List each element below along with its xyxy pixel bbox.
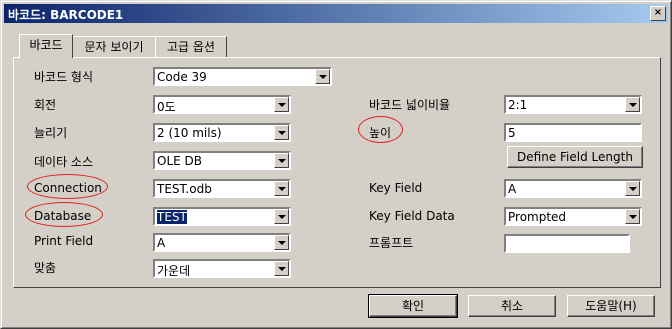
alignment-select[interactable]: 가운데	[153, 259, 291, 278]
stretch-select[interactable]: 2 (10 mils)	[153, 123, 291, 142]
key-field-data-select[interactable]: Prompted	[504, 207, 642, 226]
barcode-type-select[interactable]: Code 39	[153, 67, 332, 86]
data-source-label: 데이타 소스	[34, 155, 94, 169]
title-bar[interactable]: 바코드: BARCODE1 ×	[4, 4, 668, 23]
chevron-down-icon[interactable]	[625, 209, 640, 224]
connection-select[interactable]: TEST.odb	[153, 179, 291, 198]
barcode-type-label: 바코드 형식	[34, 70, 94, 84]
close-button[interactable]: ×	[650, 6, 666, 21]
chevron-down-icon[interactable]	[274, 181, 289, 196]
tab-advanced-options[interactable]: 고급 옵션	[155, 36, 227, 57]
help-button[interactable]: 도움말(H)	[567, 295, 655, 317]
tab-barcode[interactable]: 바코드	[19, 34, 73, 58]
window-title: 바코드: BARCODE1	[8, 8, 124, 22]
barcode-dialog: 바코드: BARCODE1 × 바코드 문자 보이기 고급 옵션 바코드 형식 …	[0, 0, 672, 329]
define-field-length-button[interactable]: Define Field Length	[507, 146, 643, 168]
print-field-select[interactable]: A	[153, 233, 291, 252]
data-source-select[interactable]: OLE DB	[153, 151, 291, 170]
width-ratio-select[interactable]: 2:1	[504, 95, 642, 114]
tab-text-display[interactable]: 문자 보이기	[72, 36, 156, 57]
chevron-down-icon[interactable]	[274, 125, 289, 140]
width-ratio-label: 바코드 넓이비율	[369, 98, 451, 112]
alignment-label: 맞춤	[34, 261, 57, 275]
chevron-down-icon[interactable]	[625, 97, 640, 112]
prompt-input[interactable]	[504, 234, 630, 253]
rotation-label: 회전	[34, 98, 57, 112]
chevron-down-icon[interactable]	[274, 153, 289, 168]
key-field-select[interactable]: A	[504, 179, 642, 198]
prompt-label: 프롬프트	[369, 236, 414, 250]
chevron-down-icon[interactable]	[274, 235, 289, 250]
tab-panel	[13, 57, 661, 288]
height-label: 높이	[369, 126, 392, 140]
connection-label: Connection	[34, 181, 102, 195]
database-select[interactable]: TEST	[153, 207, 291, 226]
chevron-down-icon[interactable]	[625, 181, 640, 196]
stretch-label: 늘리기	[34, 126, 68, 140]
ok-button[interactable]: 확인	[368, 294, 458, 318]
cancel-button[interactable]: 취소	[468, 295, 556, 317]
rotation-select[interactable]: 0도	[153, 95, 291, 114]
chevron-down-icon[interactable]	[274, 209, 289, 224]
chevron-down-icon[interactable]	[274, 261, 289, 276]
print-field-label: Print Field	[34, 234, 94, 248]
key-field-label: Key Field	[369, 181, 423, 195]
height-input[interactable]: 5	[504, 123, 642, 142]
database-label: Database	[34, 209, 92, 223]
key-field-data-label: Key Field Data	[369, 209, 455, 223]
chevron-down-icon[interactable]	[274, 97, 289, 112]
chevron-down-icon[interactable]	[315, 69, 330, 84]
